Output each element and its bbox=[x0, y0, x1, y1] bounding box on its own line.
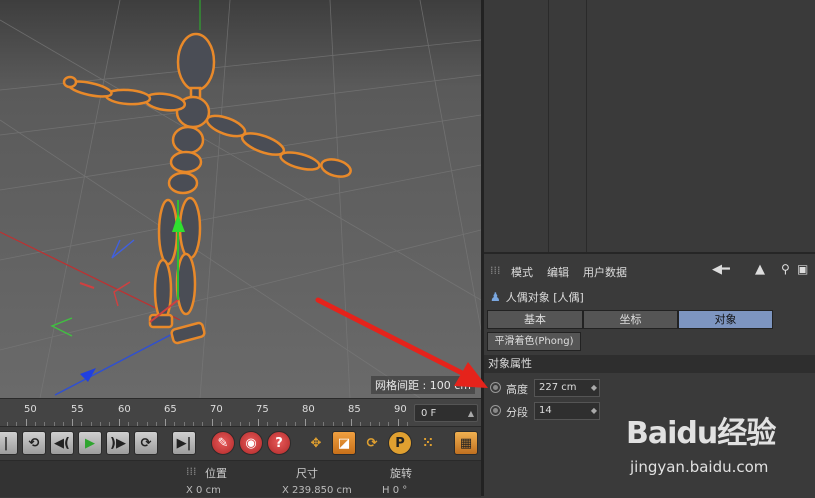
annotation-arrow bbox=[315, 297, 488, 388]
timeline-tick bbox=[304, 419, 306, 426]
film-strip-icon[interactable]: ▦ bbox=[454, 431, 478, 455]
height-field[interactable]: 227 cm ◆ bbox=[534, 379, 600, 397]
menu-user-data[interactable]: 用户数据 bbox=[583, 264, 627, 280]
timeline-tick bbox=[351, 419, 353, 426]
param-key-icon[interactable]: P bbox=[388, 431, 412, 455]
up-arrow-icon[interactable]: ▲ bbox=[755, 262, 765, 277]
tab-phong[interactable]: 平滑着色(Phong) bbox=[487, 332, 581, 351]
h-rotation-field[interactable]: H 0 ° bbox=[382, 485, 407, 496]
position-header: 位置 bbox=[205, 467, 227, 480]
transport-bar: | ⟲ ◀( ▶ )▶ ⟳ ▶| ✎ ◉ ? ✥ ◪ ⟳ P ⁙ ▦ bbox=[0, 426, 481, 461]
tab-coord[interactable]: 坐标 bbox=[583, 310, 678, 329]
point-level-icon[interactable]: ⁙ bbox=[416, 431, 440, 455]
play-forward-button[interactable]: ▶ bbox=[78, 431, 102, 455]
section-header: 对象属性 bbox=[484, 355, 815, 373]
attribute-menu-bar: ⁞⁞⁞ 模式 编辑 用户数据 ◀━ ▲ ⚲ ▣ bbox=[484, 258, 815, 282]
grip-icon: ⁞⁞⁞ bbox=[186, 465, 197, 478]
object-title-text: 人偶对象 [人偶] bbox=[505, 291, 584, 304]
timeline-tick bbox=[165, 419, 167, 426]
prev-frame-button[interactable]: ◀( bbox=[50, 431, 74, 455]
tick-label: 80 bbox=[302, 404, 315, 415]
timeline-ruler[interactable]: 50 55 60 65 70 75 80 85 90 0 F ▲ bbox=[0, 398, 481, 427]
column-separator bbox=[548, 0, 549, 252]
watermark-url: jingyan.baidu.com bbox=[630, 458, 769, 476]
menu-edit[interactable]: 编辑 bbox=[547, 264, 569, 280]
current-frame-value: 0 F bbox=[421, 408, 437, 419]
timeline-tick bbox=[72, 419, 74, 426]
rotation-header: 旋转 bbox=[390, 467, 412, 480]
tick-label: 85 bbox=[348, 404, 361, 415]
object-manager[interactable] bbox=[484, 0, 815, 252]
back-arrow-icon[interactable]: ◀━ bbox=[712, 262, 730, 277]
go-start-button[interactable]: | bbox=[0, 431, 18, 455]
height-value: 227 cm bbox=[539, 382, 577, 393]
watermark-logo: Baidu经验 bbox=[626, 416, 776, 451]
tick-label: 60 bbox=[118, 404, 131, 415]
tick-label: 70 bbox=[210, 404, 223, 415]
segments-field[interactable]: 14 ◆ bbox=[534, 402, 600, 420]
spin-arrows-icon[interactable]: ▲ bbox=[468, 405, 474, 423]
tick-label: 55 bbox=[71, 404, 84, 415]
current-frame-field[interactable]: 0 F ▲ bbox=[414, 404, 478, 422]
next-frame-button[interactable]: )▶ bbox=[106, 431, 130, 455]
animate-radio[interactable] bbox=[490, 405, 501, 416]
spin-arrows-icon[interactable]: ◆ bbox=[591, 403, 597, 419]
timeline-tick bbox=[118, 419, 120, 426]
height-row: 高度 227 cm ◆ bbox=[484, 378, 815, 398]
watermark: Baidu经验 jingyan.baidu.com bbox=[620, 408, 815, 496]
timeline-tick bbox=[211, 419, 213, 426]
autokey-button[interactable]: ◉ bbox=[239, 431, 263, 455]
height-label: 高度 bbox=[506, 383, 528, 396]
prev-key-button[interactable]: ⟲ bbox=[22, 431, 46, 455]
rotate-key-icon[interactable]: ⟳ bbox=[360, 431, 384, 455]
size-header: 尺寸 bbox=[296, 467, 318, 480]
tab-object[interactable]: 对象 bbox=[678, 310, 773, 329]
menu-mode[interactable]: 模式 bbox=[511, 264, 533, 280]
search-icon[interactable]: ⚲ bbox=[781, 262, 790, 276]
tick-label: 90 bbox=[394, 404, 407, 415]
next-key-button[interactable]: ⟳ bbox=[134, 431, 158, 455]
timeline-tick bbox=[25, 419, 27, 426]
grip-icon: ⁞⁞⁞ bbox=[490, 264, 501, 277]
move-key-icon[interactable]: ✥ bbox=[304, 431, 328, 455]
record-button[interactable]: ✎ bbox=[211, 431, 235, 455]
tick-label: 75 bbox=[256, 404, 269, 415]
object-title: ♟ 人偶对象 [人偶] bbox=[490, 288, 584, 306]
x-size-field[interactable]: X 239.850 cm bbox=[282, 485, 352, 496]
segments-label: 分段 bbox=[506, 406, 528, 419]
segments-value: 14 bbox=[539, 405, 552, 416]
spin-arrows-icon[interactable]: ◆ bbox=[591, 380, 597, 396]
scale-key-icon[interactable]: ◪ bbox=[332, 431, 356, 455]
column-separator bbox=[586, 0, 587, 252]
timeline-tick bbox=[397, 419, 399, 426]
timeline-tick bbox=[258, 419, 260, 426]
go-end-button[interactable]: ▶| bbox=[172, 431, 196, 455]
lock-icon[interactable]: ▣ bbox=[797, 262, 808, 276]
tick-label: 50 bbox=[24, 404, 37, 415]
coordinate-manager: ⁞⁞⁞ 位置 尺寸 旋转 X 0 cm X 239.850 cm H 0 ° bbox=[0, 460, 481, 497]
x-position-field[interactable]: X 0 cm bbox=[186, 485, 221, 496]
tab-basic[interactable]: 基本 bbox=[487, 310, 583, 329]
tick-label: 65 bbox=[164, 404, 177, 415]
keyframe-help-button[interactable]: ? bbox=[267, 431, 291, 455]
